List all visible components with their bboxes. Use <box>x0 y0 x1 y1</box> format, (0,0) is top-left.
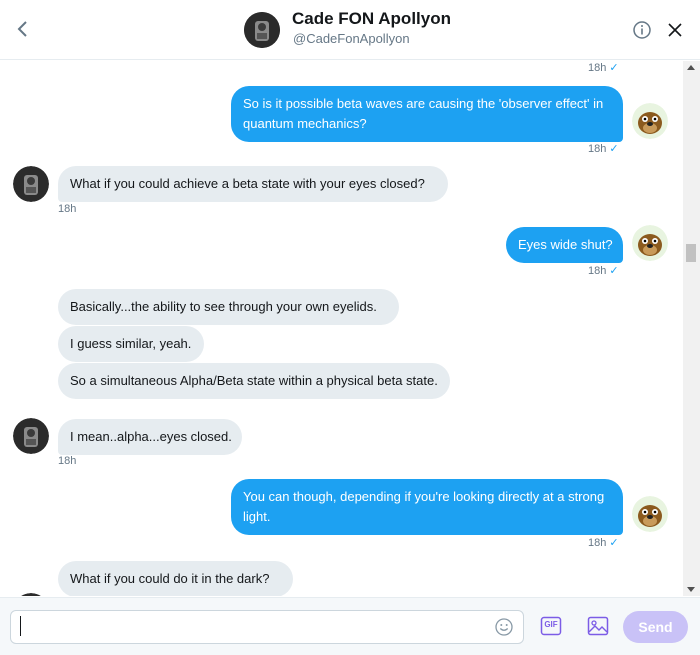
conversation-header: Cade FON Apollyon @CadeFonApollyon <box>0 0 700 60</box>
chevron-left-icon <box>17 21 27 37</box>
contact-avatar[interactable] <box>244 12 280 48</box>
image-icon <box>587 616 609 636</box>
scroll-down-arrow-icon[interactable] <box>687 587 695 592</box>
contact-message-avatar[interactable] <box>13 418 49 454</box>
info-button[interactable] <box>632 20 652 40</box>
contact-handle: @CadeFonApollyon <box>293 31 410 46</box>
my-avatar[interactable] <box>632 225 668 261</box>
close-button[interactable] <box>665 20 685 40</box>
emoji-button[interactable] <box>494 617 514 637</box>
back-button[interactable] <box>10 15 36 43</box>
contact-name[interactable]: Cade FON Apollyon <box>292 9 451 29</box>
message-bubble-incoming[interactable]: What if you could achieve a beta state w… <box>58 166 448 202</box>
message-input[interactable] <box>10 610 524 644</box>
message-timestamp: 18h <box>58 455 77 467</box>
my-avatar[interactable] <box>632 103 668 139</box>
scrollbar[interactable] <box>683 61 700 596</box>
media-button[interactable] <box>586 614 610 638</box>
message-bubble-incoming[interactable]: I mean..alpha...eyes closed. <box>58 419 242 455</box>
message-timestamp: 18h ✓ <box>588 143 619 155</box>
message-bubble-outgoing[interactable]: You can though, depending if you're look… <box>231 479 623 535</box>
send-button[interactable]: Send <box>623 611 688 643</box>
my-avatar[interactable] <box>632 496 668 532</box>
message-bubble-incoming[interactable]: So a simultaneous Alpha/Beta state withi… <box>58 363 450 399</box>
message-list[interactable]: 18h ✓ So is it possible beta waves are ca… <box>0 61 683 596</box>
gif-label: GIF <box>544 620 558 629</box>
message-timestamp: 18h <box>58 203 77 215</box>
message-bubble-incoming[interactable]: Basically...the ability to see through y… <box>58 289 399 325</box>
scrollbar-thumb[interactable] <box>686 244 696 262</box>
smiley-icon <box>495 618 513 636</box>
gif-button[interactable]: GIF <box>540 615 562 637</box>
message-timestamp: 18h ✓ <box>588 265 619 277</box>
contact-message-avatar[interactable] <box>13 166 49 202</box>
message-bubble-incoming[interactable]: I guess similar, yeah. <box>58 326 204 362</box>
message-bubble-incoming[interactable]: What if you could do it in the dark? <box>58 561 293 596</box>
close-icon <box>668 23 682 37</box>
message-timestamp: 18h ✓ <box>588 537 619 549</box>
message-bubble-outgoing[interactable]: Eyes wide shut? <box>506 227 623 263</box>
message-bubble-outgoing[interactable]: So is it possible beta waves are causing… <box>231 86 623 142</box>
text-caret <box>20 616 21 636</box>
contact-message-avatar[interactable] <box>13 593 49 596</box>
info-circle-icon <box>633 21 651 39</box>
message-timestamp: 18h ✓ <box>588 62 619 74</box>
scroll-up-arrow-icon[interactable] <box>687 65 695 70</box>
